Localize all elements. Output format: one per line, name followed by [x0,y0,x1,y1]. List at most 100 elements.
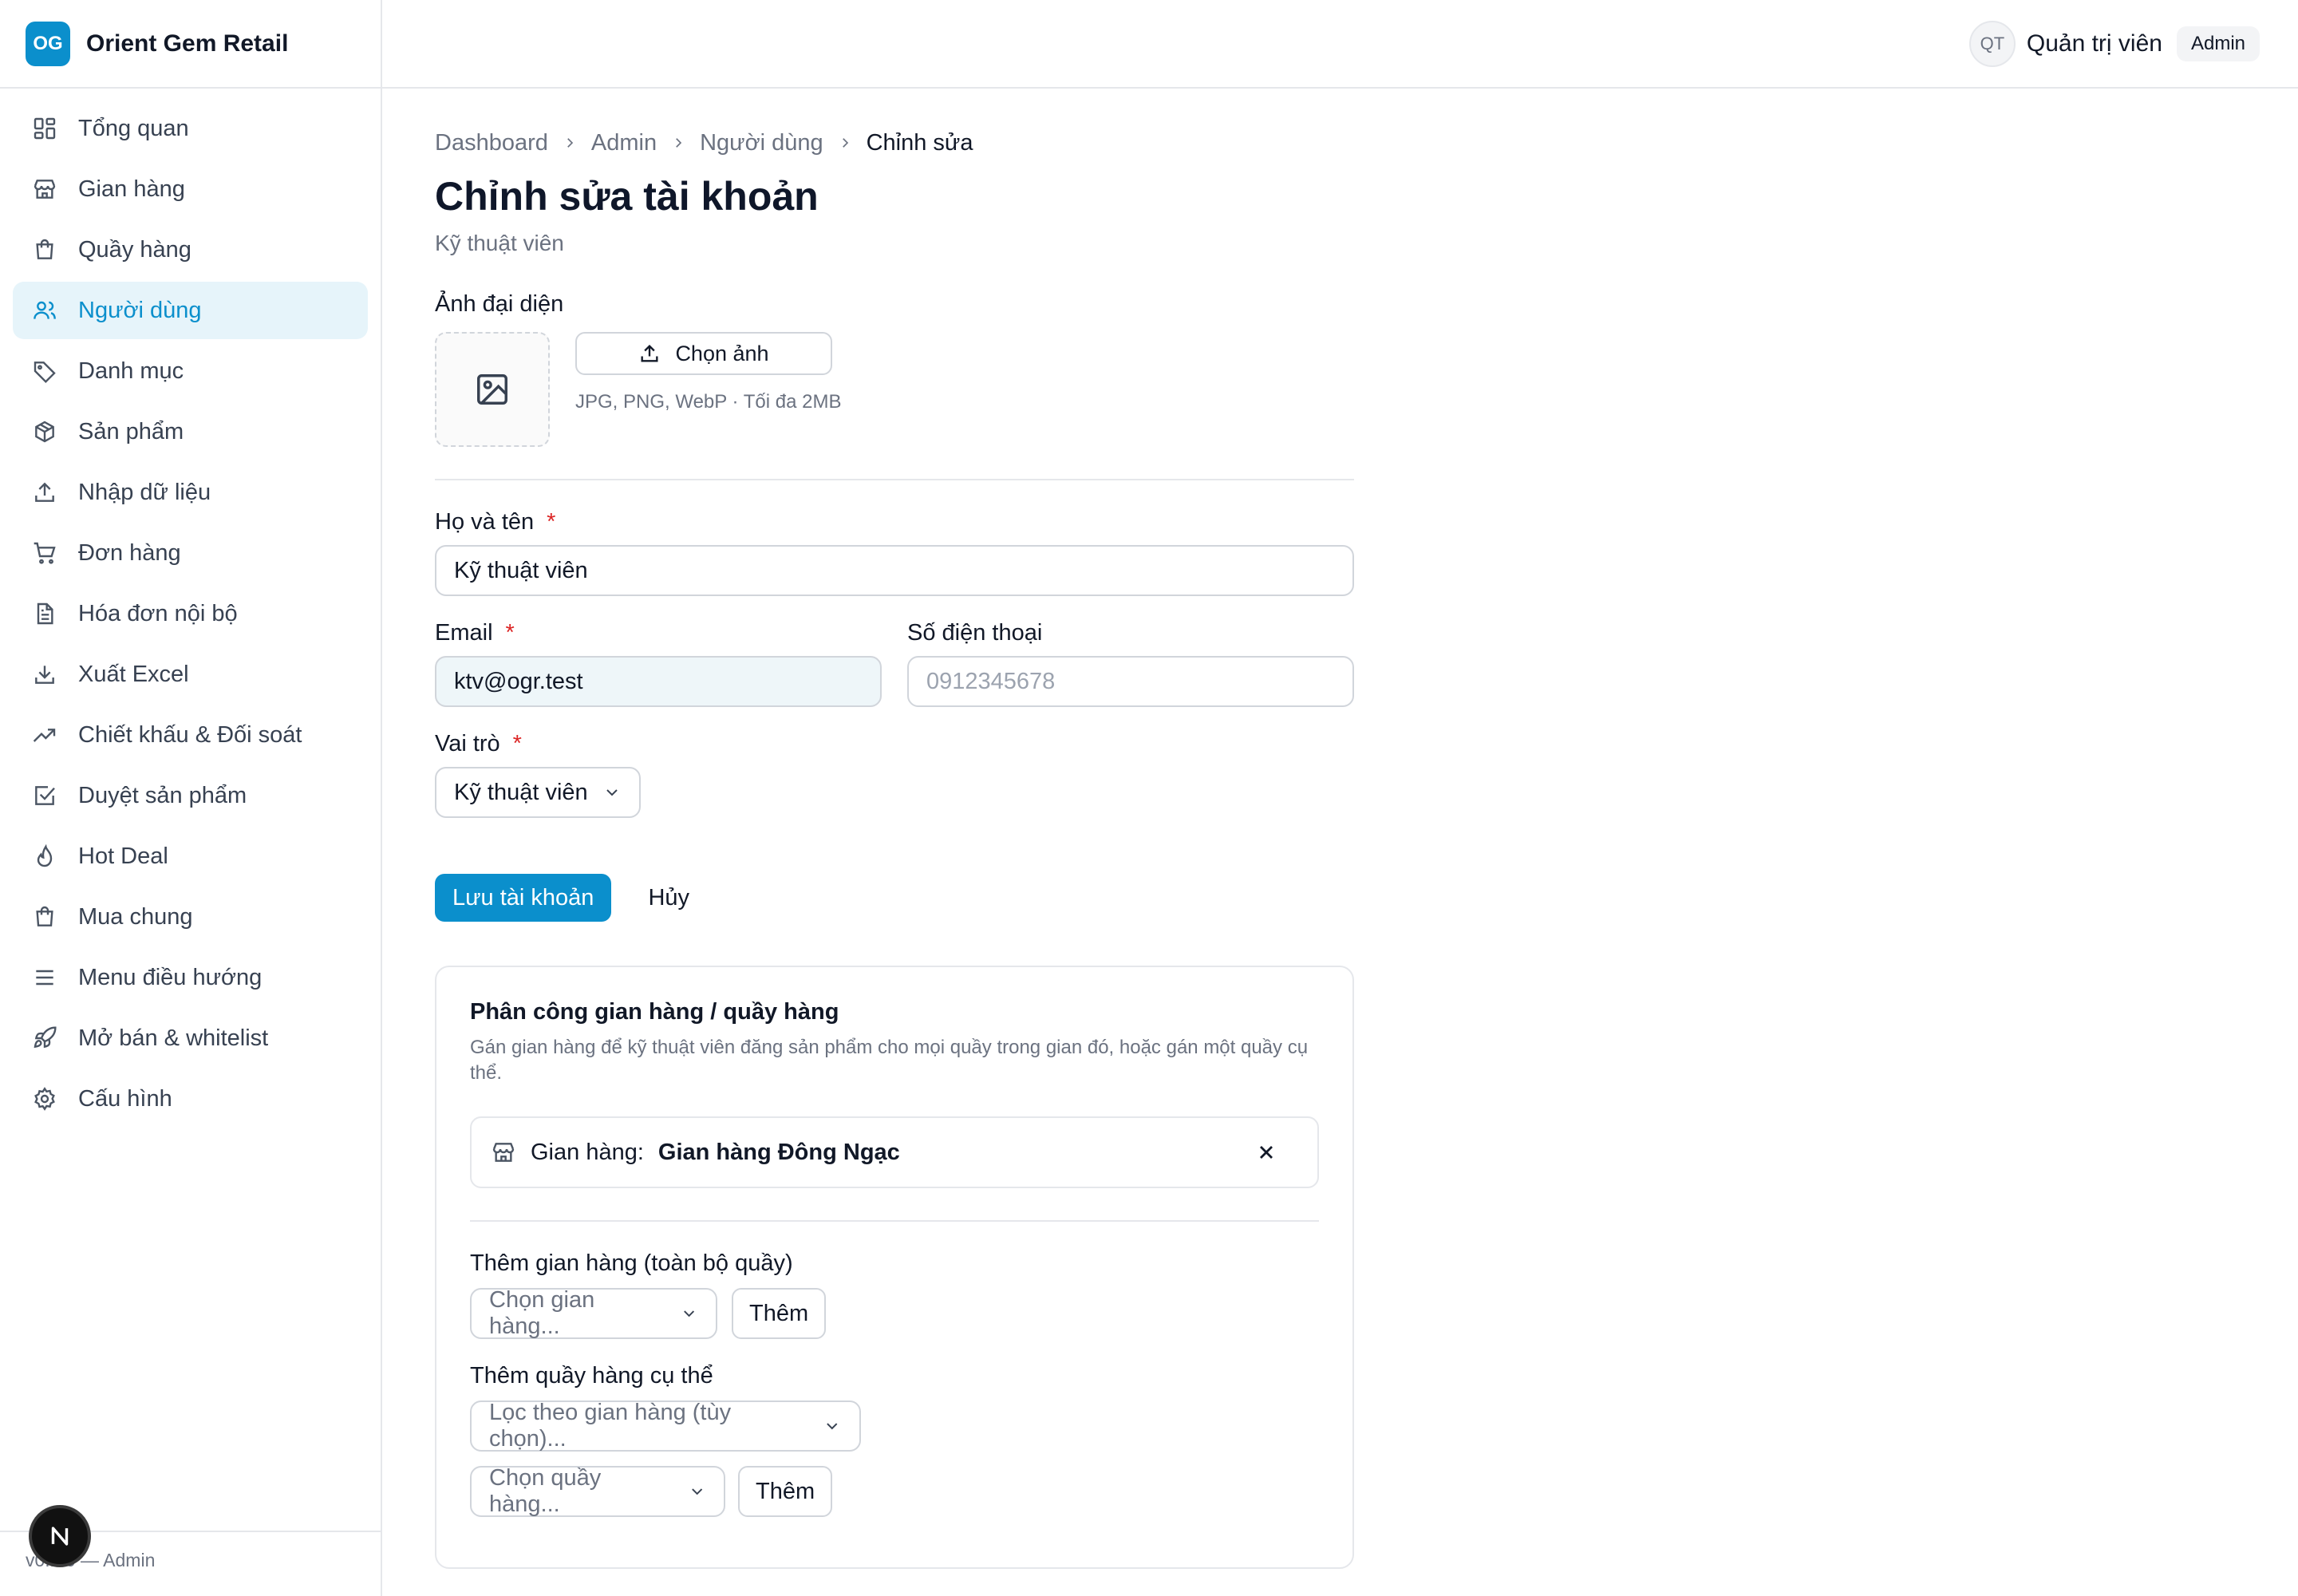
email-label-text: Email [435,620,493,646]
assigned-store-name: Gian hàng Đông Ngạc [657,1139,900,1165]
phone-label: Số điện thoại [907,620,1043,646]
sidebar-item-users[interactable]: Người dùng [13,282,368,339]
brand-logo: OG [26,21,70,66]
sidebar-item-overview[interactable]: Tổng quan [13,100,368,157]
sidebar-item-internal-invoices[interactable]: Hóa đơn nội bộ [13,585,368,642]
sidebar-item-label: Quầy hàng [78,236,192,263]
chevron-right-icon [842,138,848,148]
chevron-down-icon [606,789,618,796]
dev-indicator-button[interactable] [29,1505,91,1567]
gear-icon [34,1087,55,1111]
brand-name: Orient Gem Retail [86,30,289,57]
counter-select-placeholder: Chọn quầy hàng... [489,1465,602,1517]
counter-filter-placeholder: Lọc theo gian hàng (tùy chọn)... [489,1400,732,1452]
sidebar-item-label: Gian hàng [78,176,185,202]
sidebar-item-settings[interactable]: Cấu hình [13,1070,368,1128]
sidebar-item-label: Mở bán & whitelist [78,1025,269,1051]
sidebar-item-orders[interactable]: Đơn hàng [13,524,368,582]
page-subtitle: Kỹ thuật viên [435,231,564,255]
sidebar-item-label: Người dùng [78,297,202,323]
brand[interactable]: OG Orient Gem Retail [0,0,381,89]
user-name: Quản trị viên [2026,30,2162,57]
sidebar: OG Orient Gem Retail Tổng quan Gian hàng… [0,0,382,1596]
file-text-icon [37,602,53,625]
close-icon[interactable] [1255,1141,1277,1163]
email-field[interactable]: ktv@ogr.test [435,656,882,707]
assigned-store-prefix: Gian hàng: [531,1139,644,1165]
role-label: Vai trò * [435,731,1354,757]
users-icon [34,301,56,319]
store-icon [34,180,56,199]
breadcrumb-users[interactable]: Người dùng [700,130,823,156]
sidebar-item-label: Sản phẩm [78,418,184,444]
choose-image-button[interactable]: Chọn ảnh [575,332,832,375]
assignment-title: Phân công gian hàng / quầy hàng [470,999,839,1025]
avatar-field: Ảnh đại diện Chọn ảnh JPG, PNG, WebP · T… [435,291,1354,447]
sidebar-item-label: Danh mục [78,358,184,384]
breadcrumb-admin[interactable]: Admin [591,130,657,156]
counter-store-filter-select[interactable]: Lọc theo gian hàng (tùy chọn)... [470,1400,861,1452]
shopping-bag-icon [36,239,53,259]
breadcrumb-dashboard[interactable]: Dashboard [435,130,548,156]
sidebar-item-label: Chiết khấu & Đối soát [78,721,302,748]
cart-icon [34,542,56,564]
next-logo-icon [51,1527,69,1546]
sidebar-item-navigation-menu[interactable]: Menu điều hướng [13,949,368,1006]
assignment-description: Gán gian hàng để kỹ thuật viên đăng sản … [470,1037,1309,1084]
chevron-down-icon [691,1488,702,1495]
save-account-button[interactable]: Lưu tài khoản [435,874,612,922]
sidebar-item-hot-deal[interactable]: Hot Deal [13,828,368,885]
required-mark: * [505,620,515,646]
avatar[interactable]: QT [1968,20,2016,67]
sidebar-item-categories[interactable]: Danh mục [13,342,368,400]
assignment-card: Phân công gian hàng / quầy hàng Gán gian… [435,966,1354,1569]
check-square-icon [35,786,55,805]
required-mark: * [547,509,556,535]
sidebar-item-label: Menu điều hướng [78,964,263,990]
sidebar-item-product-approval[interactable]: Duyệt sản phẩm [13,767,368,824]
sidebar-item-counters[interactable]: Quầy hàng [13,221,368,279]
divider [470,1220,1319,1222]
sidebar-item-launch-whitelist[interactable]: Mở bán & whitelist [13,1009,368,1067]
sidebar-item-label: Nhập dữ liệu [78,479,211,505]
add-counter-button[interactable]: Thêm [738,1466,833,1517]
counter-select[interactable]: Chọn quầy hàng... [470,1465,725,1517]
sidebar-item-export-excel[interactable]: Xuất Excel [13,646,368,703]
add-store-button[interactable]: Thêm [732,1288,827,1339]
chevron-down-icon [683,1310,694,1317]
avatar-label: Ảnh đại diện [435,291,564,317]
full-name-label-text: Họ và tên [435,509,535,535]
main-content: Dashboard Admin Người dùng Chỉnh sửa Chỉ… [435,89,1354,1569]
top-bar: QT Quản trị viên Admin [382,0,2298,89]
rocket-icon [34,1026,57,1049]
download-icon [35,666,54,684]
chevron-right-icon [567,138,574,148]
sidebar-item-discounts[interactable]: Chiết khấu & Đối soát [13,706,368,764]
role-select-value: Kỹ thuật viên [454,779,588,805]
flame-icon [37,843,53,867]
role-select[interactable]: Kỹ thuật viên [435,767,641,818]
sidebar-nav: Tổng quan Gian hàng Quầy hàng Người dùng… [0,89,381,1142]
sidebar-item-label: Cấu hình [78,1085,172,1112]
required-mark: * [512,731,522,757]
phone-field[interactable]: 0912345678 [907,656,1354,707]
assigned-store-row: Gian hàng: Gian hàng Đông Ngạc [470,1116,1319,1188]
shopping-bag-icon [36,906,53,926]
sidebar-item-products[interactable]: Sản phẩm [13,403,368,460]
sidebar-item-label: Hóa đơn nội bộ [78,600,238,626]
breadcrumb: Dashboard Admin Người dùng Chỉnh sửa [435,127,1354,159]
sidebar-item-label: Hot Deal [78,843,168,869]
sidebar-item-label: Duyệt sản phẩm [78,782,247,808]
cancel-button[interactable]: Hủy [648,885,689,911]
sidebar-item-label: Mua chung [78,903,193,930]
sidebar-item-import[interactable]: Nhập dữ liệu [13,464,368,521]
dashboard-icon [34,117,56,140]
breadcrumb-current: Chỉnh sửa [866,129,973,156]
sidebar-item-label: Xuất Excel [78,661,189,687]
sidebar-item-stores[interactable]: Gian hàng [13,160,368,218]
sidebar-item-group-buy[interactable]: Mua chung [13,888,368,946]
chevron-down-icon [827,1423,838,1430]
avatar-preview[interactable] [435,332,550,447]
full-name-input[interactable]: Kỹ thuật viên [435,545,1354,596]
store-select[interactable]: Chọn gian hàng... [470,1287,717,1339]
